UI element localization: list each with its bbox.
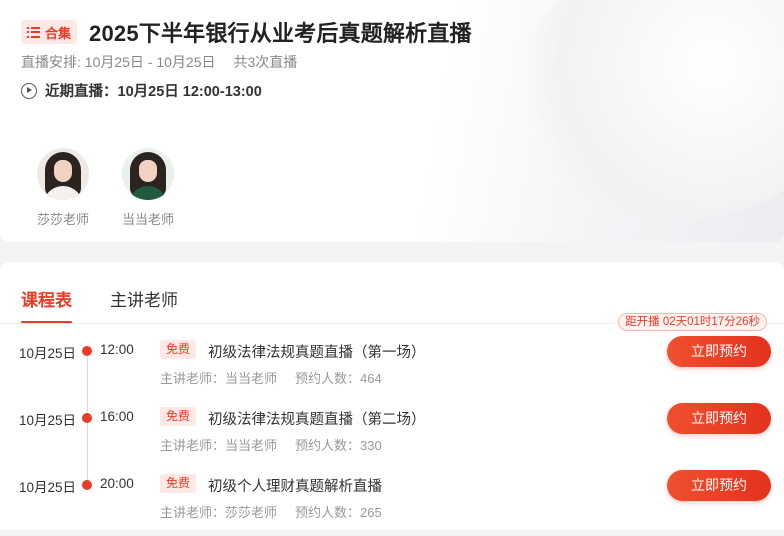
schedule-card: 课程表 主讲老师 距开播 02天01时17分26秒 10月25日 12:00 免… [0,262,784,530]
session-date: 10月25日 [19,480,77,495]
tab-teachers[interactable]: 主讲老师 [110,286,178,324]
background-decoration [514,0,784,220]
session-meta: 主讲老师：当当老师 预约人数：464 [160,368,382,387]
session-bookings: 预约人数：464 [295,371,382,386]
tab-schedule[interactable]: 课程表 [21,286,72,324]
teacher-card[interactable]: 当当老师 [113,148,183,228]
session-bookings: 预约人数：330 [295,438,382,453]
session-teacher: 主讲老师：莎莎老师 [160,505,278,520]
session-time: 20:00 [100,476,134,491]
schedule-range: 直播安排: 10月25日 - 10月25日 [21,54,216,70]
session-time: 12:00 [100,342,134,357]
session-teacher: 主讲老师：当当老师 [160,438,278,453]
session-bookings: 预约人数：265 [295,505,382,520]
teacher-name: 莎莎老师 [36,212,89,227]
session-time: 16:00 [100,409,134,424]
next-live-text: 近期直播：10月25日 12:00-13:00 [45,84,262,100]
session-date: 10月25日 [19,346,77,361]
book-button[interactable]: 立即预约 [667,403,771,434]
session-date: 10月25日 [19,413,77,428]
title-row: 合集 2025下半年银行从业考后真题解析直播 [21,16,472,48]
free-tag: 免费 [160,407,197,426]
list-icon [27,26,40,38]
schedule-info: 直播安排: 10月25日 - 10月25日 共3次直播 [21,52,297,72]
list-item: 10月25日 12:00 免费 初级法律法规真题直播（第一场） 主讲老师：当当老… [0,336,784,402]
session-meta: 主讲老师：当当老师 预约人数：330 [160,435,382,454]
avatar[interactable] [122,148,174,200]
list-item: 10月25日 16:00 免费 初级法律法规真题直播（第二场） 主讲老师：当当老… [0,403,784,469]
teacher-name: 当当老师 [121,212,174,227]
free-tag: 免费 [160,340,197,359]
tab-bar: 课程表 主讲老师 [21,286,216,324]
play-circle-icon [21,82,37,99]
course-header-card: 合集 2025下半年银行从业考后真题解析直播 直播安排: 10月25日 - 10… [0,0,784,242]
free-tag: 免费 [160,474,197,493]
collection-badge: 合集 [21,20,78,44]
session-title[interactable]: 初级个人理财真题解析直播 [208,475,382,496]
timeline-dot [82,346,92,356]
list-item: 10月25日 20:00 免费 初级个人理财真题解析直播 主讲老师：莎莎老师 预约… [0,470,784,536]
badge-label: 合集 [45,25,72,41]
session-title[interactable]: 初级法律法规真题直播（第二场） [208,408,426,429]
book-button[interactable]: 立即预约 [667,336,771,367]
teacher-card[interactable]: 莎莎老师 [28,148,98,228]
session-meta: 主讲老师：莎莎老师 预约人数：265 [160,502,382,521]
next-live-info: 近期直播：10月25日 12:00-13:00 [21,80,262,101]
session-teacher: 主讲老师：当当老师 [160,371,278,386]
session-title[interactable]: 初级法律法规真题直播（第一场） [208,341,426,362]
avatar[interactable] [37,148,89,200]
session-count: 共3次直播 [233,54,298,70]
book-button[interactable]: 立即预约 [667,470,771,501]
page-title: 2025下半年银行从业考后真题解析直播 [89,21,472,46]
timeline-dot [82,413,92,423]
timeline-dot [82,480,92,490]
countdown-badge: 距开播 02天01时17分26秒 [618,313,767,331]
